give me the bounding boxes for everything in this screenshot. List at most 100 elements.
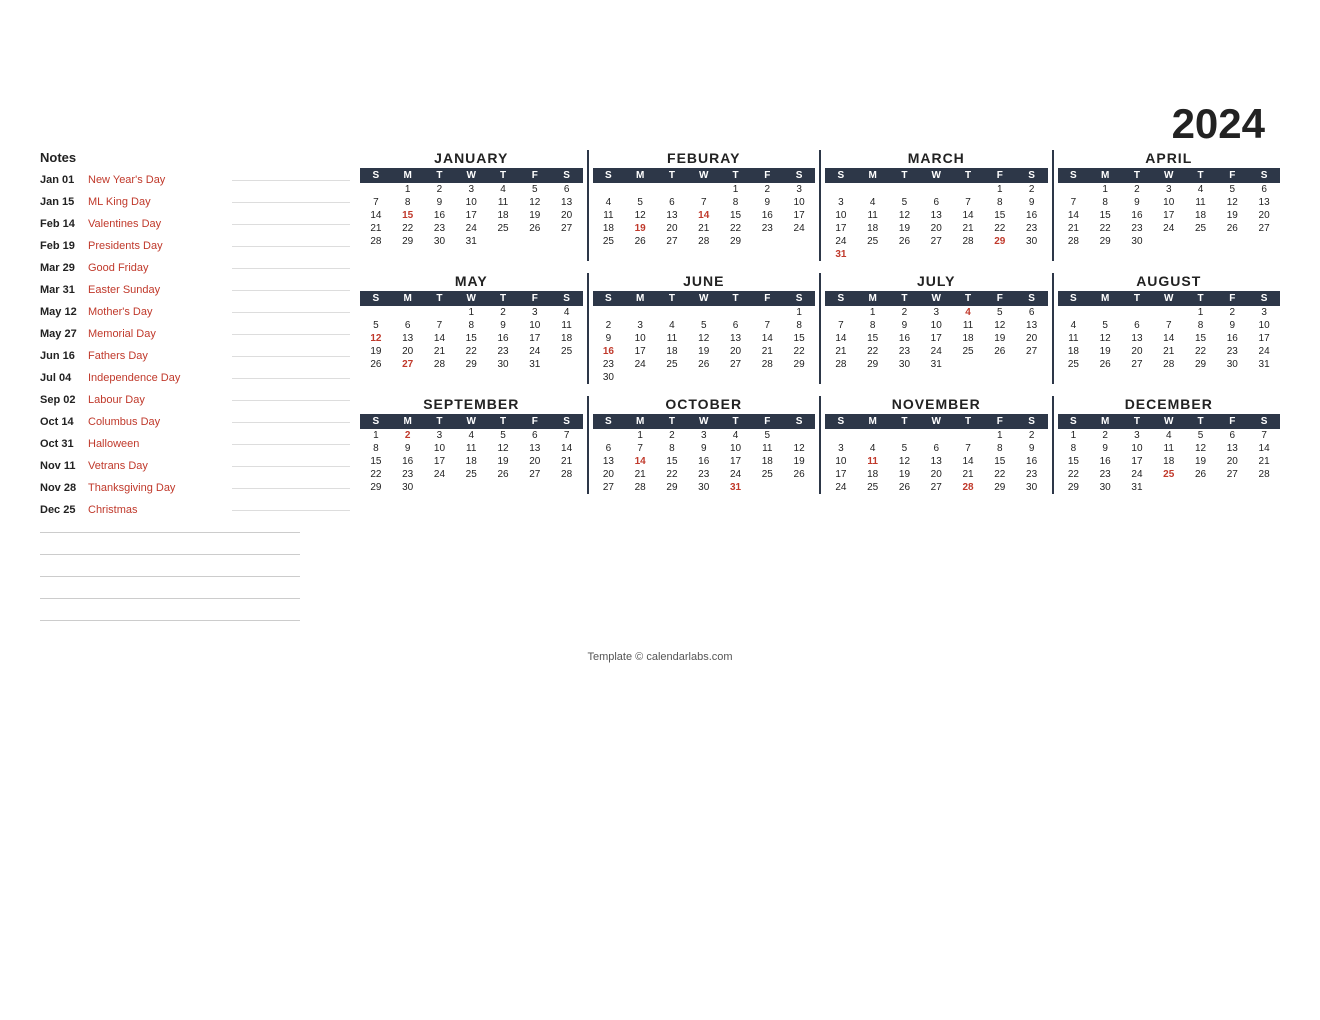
cal-day: 5 xyxy=(889,196,921,209)
cal-day: 20 xyxy=(1248,209,1280,222)
day-header: T xyxy=(889,291,921,306)
cal-day: 9 xyxy=(751,196,783,209)
cal-day xyxy=(825,429,857,442)
cal-day: 28 xyxy=(1248,468,1280,481)
cal-day xyxy=(751,481,783,494)
cal-day: 2 xyxy=(889,306,921,319)
cal-day: 1 xyxy=(720,183,752,196)
day-header: T xyxy=(952,414,984,429)
cal-day: 23 xyxy=(1016,222,1048,235)
cal-day: 17 xyxy=(1153,209,1185,222)
cal-day: 21 xyxy=(751,345,783,358)
cal-day xyxy=(1216,235,1248,248)
cal-day: 30 xyxy=(1016,235,1048,248)
cal-day xyxy=(593,183,625,196)
cal-day: 17 xyxy=(1248,332,1280,345)
day-header: W xyxy=(688,291,720,306)
cal-day: 21 xyxy=(952,222,984,235)
cal-day xyxy=(551,358,583,371)
cal-table-january: SMTWTFS123456789101112131415161718192021… xyxy=(360,168,583,248)
cal-day xyxy=(688,183,720,196)
cal-day xyxy=(984,248,1016,261)
day-header: S xyxy=(1016,291,1048,306)
cal-day: 18 xyxy=(1185,209,1217,222)
cal-day xyxy=(487,481,519,494)
holiday-date: Jun 16 xyxy=(40,350,88,362)
cal-day: 7 xyxy=(1153,319,1185,332)
cal-day: 27 xyxy=(392,358,424,371)
cal-day: 1 xyxy=(984,429,1016,442)
month-title-april: APRIL xyxy=(1058,150,1281,166)
cal-day: 19 xyxy=(889,222,921,235)
cal-day xyxy=(424,306,456,319)
cal-day: 30 xyxy=(1216,358,1248,371)
cal-day: 7 xyxy=(952,196,984,209)
cal-day: 15 xyxy=(783,332,815,345)
holiday-name: Valentines Day xyxy=(88,218,228,230)
cal-day: 26 xyxy=(783,468,815,481)
cal-day: 28 xyxy=(952,481,984,494)
cal-day: 7 xyxy=(1248,429,1280,442)
cal-day: 11 xyxy=(751,442,783,455)
cal-day xyxy=(952,358,984,371)
cal-day: 18 xyxy=(751,455,783,468)
cal-day: 14 xyxy=(1153,332,1185,345)
cal-day: 31 xyxy=(920,358,952,371)
day-header: M xyxy=(392,291,424,306)
cal-day: 23 xyxy=(1089,468,1121,481)
cal-day: 24 xyxy=(825,481,857,494)
cal-day xyxy=(920,248,952,261)
cal-day: 13 xyxy=(392,332,424,345)
cal-day: 6 xyxy=(1248,183,1280,196)
cal-day: 2 xyxy=(751,183,783,196)
cal-day xyxy=(783,235,815,248)
day-header: T xyxy=(424,414,456,429)
cal-day: 10 xyxy=(1248,319,1280,332)
cal-day xyxy=(688,371,720,384)
cal-day: 4 xyxy=(857,196,889,209)
holiday-row: Mar 29Good Friday xyxy=(40,257,350,279)
cal-day: 28 xyxy=(1058,235,1090,248)
cal-day xyxy=(889,429,921,442)
cal-day: 17 xyxy=(920,332,952,345)
cal-day: 8 xyxy=(720,196,752,209)
day-header: F xyxy=(751,168,783,183)
cal-day: 29 xyxy=(360,481,392,494)
month-october: OCTOBERSMTWTFS12345678910111213141516171… xyxy=(593,396,816,494)
cal-day: 10 xyxy=(825,209,857,222)
cal-day: 14 xyxy=(551,442,583,455)
cal-day: 17 xyxy=(519,332,551,345)
holiday-name: Fathers Day xyxy=(88,350,228,362)
month-july: JULYSMTWTFS12345678910111213141516171819… xyxy=(825,273,1048,384)
cal-day xyxy=(920,429,952,442)
cal-day: 22 xyxy=(1185,345,1217,358)
cal-day: 3 xyxy=(688,429,720,442)
holiday-date: Dec 25 xyxy=(40,504,88,516)
separator-9 xyxy=(1052,396,1054,494)
cal-day: 29 xyxy=(656,481,688,494)
cal-table-december: SMTWTFS123456789101112131415161718192021… xyxy=(1058,414,1281,494)
cal-day: 14 xyxy=(1248,442,1280,455)
holiday-date: Jan 01 xyxy=(40,174,88,186)
cal-day xyxy=(825,306,857,319)
cal-day: 24 xyxy=(920,345,952,358)
day-header: T xyxy=(952,168,984,183)
cal-day: 20 xyxy=(720,345,752,358)
day-header: W xyxy=(920,291,952,306)
cal-day: 5 xyxy=(624,196,656,209)
cal-day: 10 xyxy=(825,455,857,468)
day-header: T xyxy=(487,414,519,429)
cal-day: 7 xyxy=(360,196,392,209)
cal-day: 4 xyxy=(455,429,487,442)
cal-day: 18 xyxy=(1153,455,1185,468)
cal-day xyxy=(656,306,688,319)
day-header: S xyxy=(1058,414,1090,429)
day-header: T xyxy=(720,291,752,306)
cal-day: 29 xyxy=(1185,358,1217,371)
cal-day: 25 xyxy=(952,345,984,358)
day-header: S xyxy=(1248,414,1280,429)
holiday-row: Jul 04Independence Day xyxy=(40,367,350,389)
cal-day: 12 xyxy=(624,209,656,222)
cal-day: 10 xyxy=(455,196,487,209)
cal-day: 29 xyxy=(392,235,424,248)
